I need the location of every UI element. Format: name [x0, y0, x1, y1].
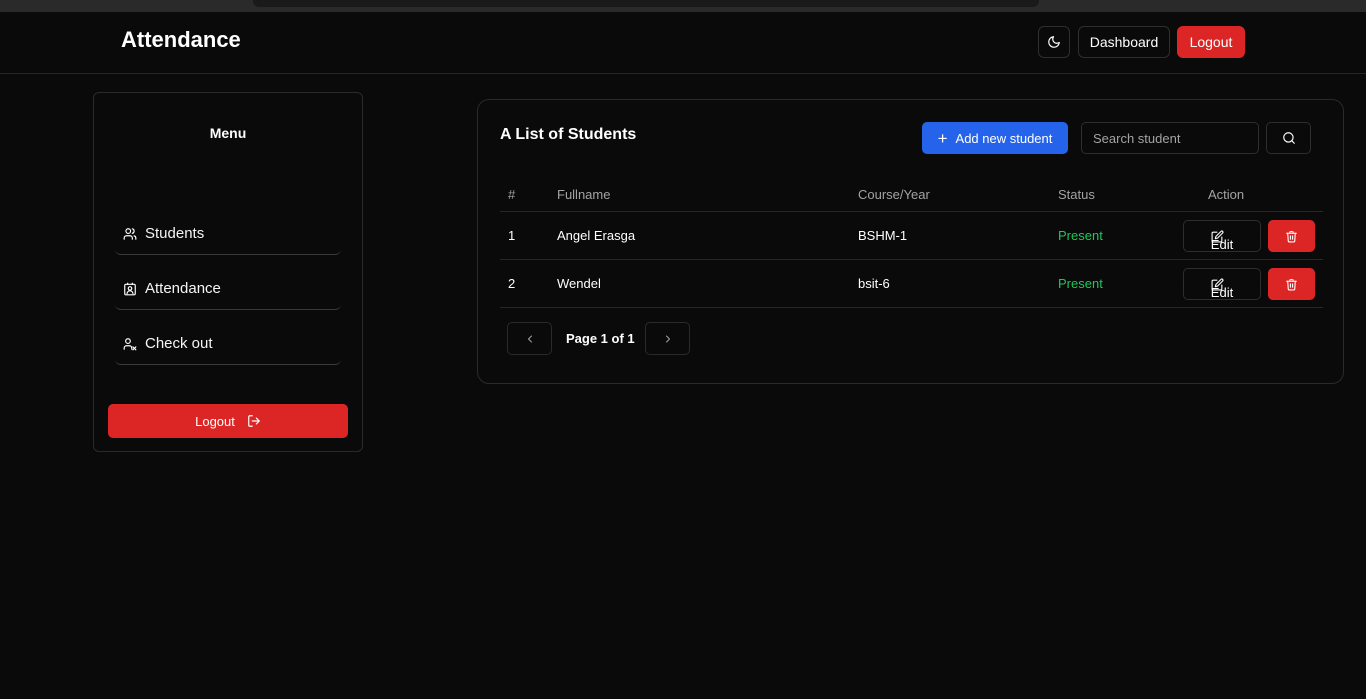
column-header-course: Course/Year	[858, 187, 930, 202]
edit-button[interactable]: Edit	[1183, 268, 1261, 300]
logout-button[interactable]: Logout	[1177, 26, 1245, 58]
row-number: 1	[508, 228, 516, 243]
search-button[interactable]	[1266, 122, 1311, 154]
sidebar: Menu Students Attendance Check out Logou…	[93, 92, 363, 452]
add-student-button[interactable]: + Add new student	[922, 122, 1068, 154]
students-card: A List of Students + Add new student # F…	[477, 99, 1344, 384]
sidebar-item-label: Attendance	[145, 280, 221, 297]
row-fullname: Wendel	[557, 276, 601, 291]
row-course: bsit-6	[858, 276, 890, 291]
row-status: Present	[1058, 228, 1103, 243]
sidebar-item-students[interactable]: Students	[115, 213, 341, 255]
next-page-button[interactable]	[645, 322, 690, 355]
previous-page-button[interactable]	[507, 322, 552, 355]
table-header: # Fullname Course/Year Status Action	[500, 178, 1323, 212]
top-navbar: Attendance Dashboard Logout	[0, 12, 1366, 74]
pagination-label: Page 1 of 1	[566, 331, 635, 346]
theme-toggle-button[interactable]	[1038, 26, 1070, 58]
row-fullname: Angel Erasga	[557, 228, 636, 243]
sidebar-item-attendance[interactable]: Attendance	[115, 268, 341, 310]
dashboard-button[interactable]: Dashboard	[1078, 26, 1170, 58]
delete-button[interactable]	[1268, 268, 1315, 300]
chevron-right-icon	[665, 335, 670, 342]
chevron-left-icon	[527, 335, 532, 342]
page-title: A List of Students	[500, 126, 637, 143]
log-out-icon	[248, 415, 260, 427]
table-row: 2 Wendel bsit-6 Present Edit	[500, 260, 1323, 308]
sidebar-item-label: Students	[145, 225, 205, 242]
contact-icon	[124, 282, 136, 295]
browser-address-bar	[253, 0, 1039, 7]
search-icon	[1282, 132, 1295, 144]
column-header-fullname: Fullname	[557, 187, 611, 202]
column-header-status: Status	[1058, 187, 1095, 202]
column-header-number: #	[508, 187, 516, 202]
plus-icon: +	[937, 128, 948, 148]
sidebar-logout-button[interactable]: Logout	[108, 404, 348, 438]
edit-label: Edit	[1210, 285, 1234, 300]
trash-icon	[1286, 230, 1297, 242]
table-row: 1 Angel Erasga BSHM-1 Present Edit	[500, 212, 1323, 260]
delete-button[interactable]	[1268, 220, 1315, 252]
add-student-label: Add new student	[955, 130, 1053, 146]
sidebar-item-check-out[interactable]: Check out	[115, 323, 341, 365]
trash-icon	[1286, 278, 1297, 290]
sidebar-logout-label: Logout	[195, 413, 235, 429]
browser-chrome	[0, 0, 1366, 12]
app-title: Attendance	[121, 27, 241, 52]
moon-icon	[1048, 36, 1060, 48]
sidebar-title: Menu	[209, 125, 247, 141]
users-icon	[123, 227, 137, 240]
sidebar-item-label: Check out	[145, 335, 213, 352]
user-x-icon	[123, 337, 137, 350]
edit-button[interactable]: Edit	[1183, 220, 1261, 252]
column-header-action: Action	[1208, 187, 1245, 202]
row-status: Present	[1058, 276, 1103, 291]
row-course: BSHM-1	[858, 228, 908, 243]
search-input[interactable]	[1081, 122, 1259, 154]
row-number: 2	[508, 276, 516, 291]
